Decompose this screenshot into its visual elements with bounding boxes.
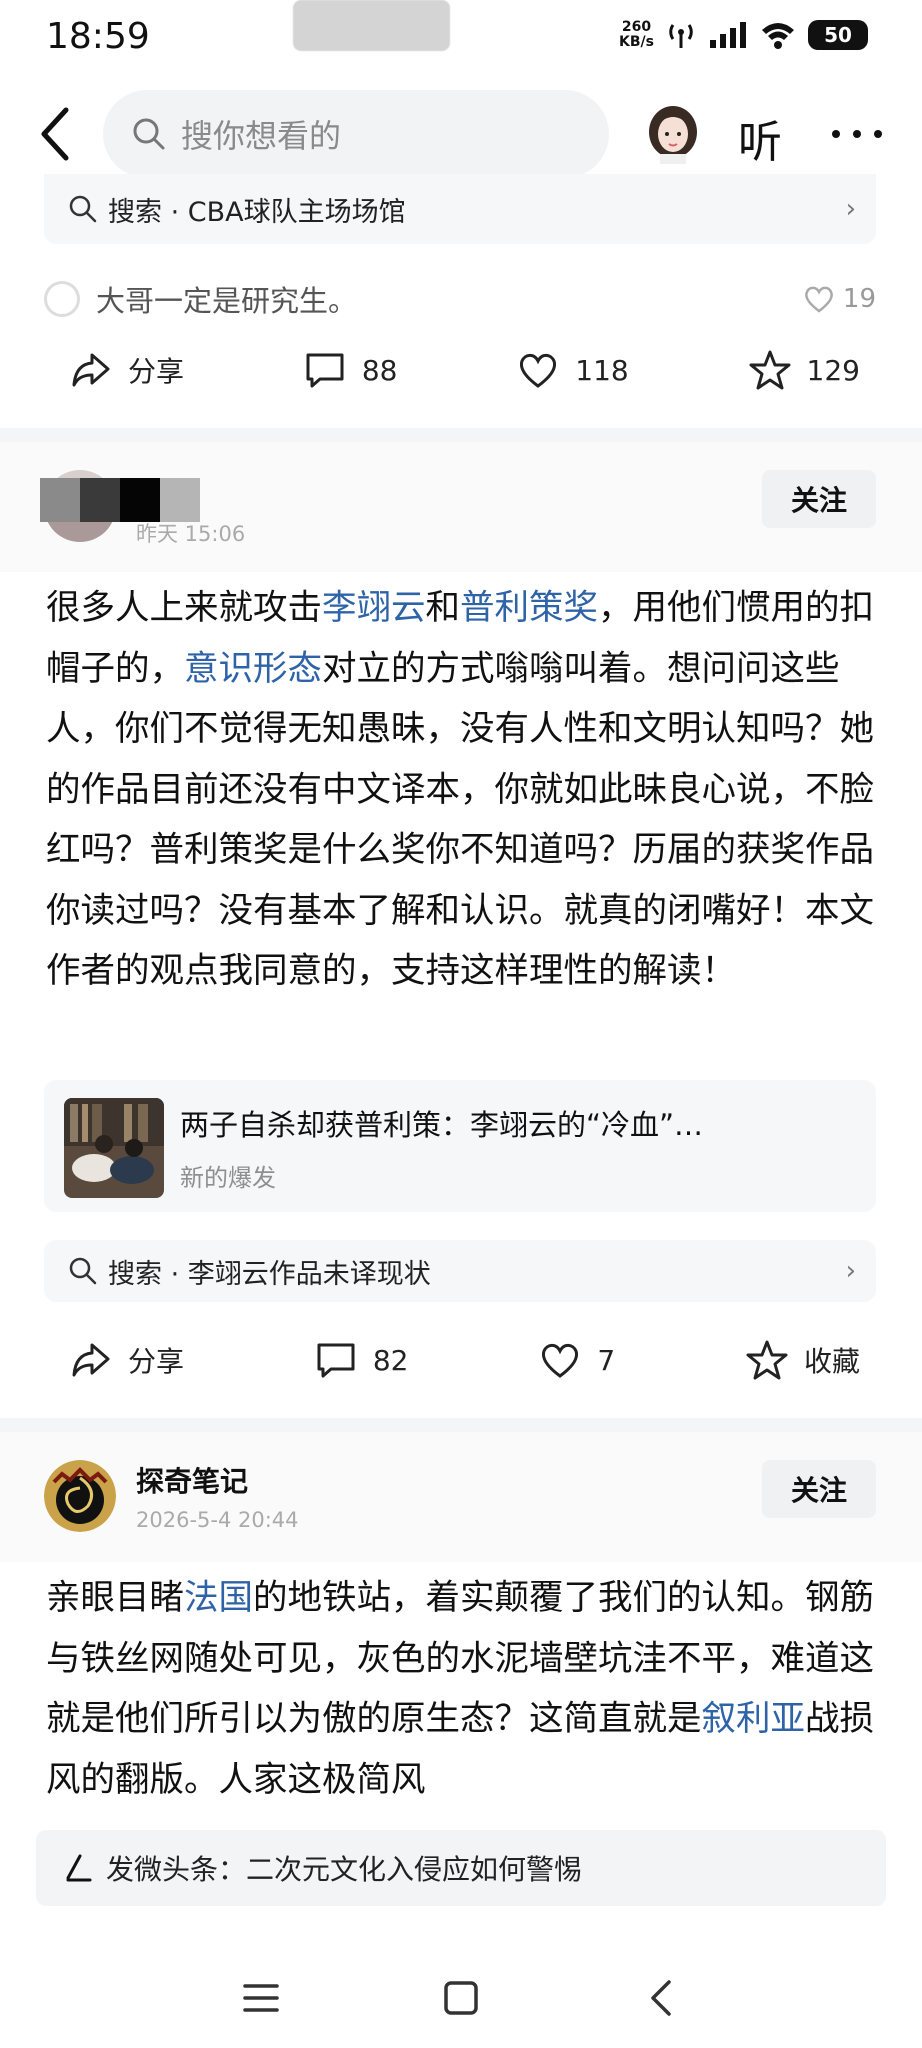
article-thumbnail <box>64 1098 164 1198</box>
heart-icon <box>542 1343 579 1378</box>
follow-button[interactable]: 关注 <box>762 470 876 528</box>
listen-button[interactable]: 听 <box>738 106 782 170</box>
section-divider <box>0 1418 922 1432</box>
comment-icon <box>306 353 344 388</box>
signal-icon <box>710 22 746 48</box>
body-text: 和 <box>425 588 461 628</box>
body-text: 对立的方式嗡嗡叫着。想问问这些人，你们不觉得无知愚昧，没有人性和文明认知吗？她的… <box>46 648 874 992</box>
search-placeholder: 搜你想看的 <box>181 117 342 155</box>
reply-text: 大哥一定是研究生。 <box>96 284 358 318</box>
action-bar: 分享 82 7 收藏 <box>70 1330 860 1390</box>
topic-link-li-yiyun[interactable]: 李翊云 <box>322 588 426 628</box>
back-arrow-icon[interactable] <box>36 106 76 162</box>
topic-link-syria[interactable]: 叙利亚 <box>702 1699 806 1739</box>
post-header: 昨天 15:06 关注 <box>0 442 922 572</box>
comment-icon <box>317 1343 355 1378</box>
chevron-right-icon: › <box>845 1256 856 1286</box>
section-divider <box>0 428 922 442</box>
body-text: 亲眼目睹 <box>46 1578 184 1618</box>
search-input[interactable]: 搜你想看的 <box>103 90 609 178</box>
composer-text: 发微头条：二次元文化入侵应如何警惕 <box>106 1853 583 1886</box>
status-time: 18:59 <box>46 16 150 57</box>
heart-icon <box>520 353 557 388</box>
post-time: 2026-5-4 20:44 <box>136 1508 299 1532</box>
author-name-redacted <box>40 478 200 522</box>
comment-button[interactable]: 88 <box>304 349 397 391</box>
reply-like-button[interactable]: 19 <box>803 284 876 314</box>
reply-avatar <box>44 281 80 317</box>
more-menu-icon[interactable] <box>832 130 882 140</box>
share-icon <box>72 1343 110 1377</box>
top-reply[interactable]: 大哥一定是研究生。 19 <box>44 276 876 322</box>
status-bar: 18:59 260 KB/s 50 <box>0 0 922 80</box>
body-text: 很多人上来就攻击 <box>46 588 322 628</box>
topic-link-ideology[interactable]: 意识形态 <box>184 649 322 689</box>
author-name[interactable]: 探奇笔记 <box>136 1460 248 1500</box>
menu-icon[interactable] <box>241 1978 281 2018</box>
battery-indicator: 50 <box>808 20 868 50</box>
search-icon <box>133 118 165 150</box>
article-source: 新的爆发 <box>180 1164 276 1192</box>
search-suggestion-chip[interactable]: 搜索 · 李翊云作品未译现状 › <box>44 1240 876 1302</box>
chevron-right-icon: › <box>845 194 856 224</box>
pen-icon <box>66 1854 92 1882</box>
user-avatar[interactable] <box>646 104 700 164</box>
like-button[interactable]: 7 <box>539 1339 615 1381</box>
heart-icon <box>805 286 833 313</box>
star-icon <box>746 1340 788 1380</box>
article-title: 两子自杀却获普利策：李翊云的“冷血”… <box>180 1108 704 1142</box>
wifi-icon <box>762 23 794 49</box>
search-suggestion-text: 搜索 · 李翊云作品未译现状 <box>108 1258 431 1290</box>
comment-button[interactable]: 82 <box>315 1339 408 1381</box>
back-icon[interactable] <box>641 1978 681 2018</box>
reply-like-count: 19 <box>842 284 876 314</box>
like-button[interactable]: 118 <box>517 349 629 391</box>
post-time: 昨天 15:06 <box>136 522 246 546</box>
search-icon <box>69 1257 97 1285</box>
status-icons: 260 KB/s 50 <box>619 20 868 50</box>
share-button[interactable]: 分享 <box>70 1339 184 1381</box>
post-body[interactable]: 亲眼目睹法国的地铁站，着实颠覆了我们的认知。钢筋与铁丝网随处可见，灰色的水泥墙壁… <box>46 1568 876 1810</box>
home-icon[interactable] <box>441 1978 481 2018</box>
search-icon <box>69 195 97 223</box>
author-avatar[interactable] <box>44 1460 116 1532</box>
micro-post-composer[interactable]: 发微头条：二次元文化入侵应如何警惕 <box>36 1830 886 1906</box>
article-card[interactable]: 两子自杀却获普利策：李翊云的“冷血”… 新的爆发 <box>44 1080 876 1212</box>
follow-button[interactable]: 关注 <box>762 1460 876 1518</box>
system-nav-bar <box>0 1940 922 2048</box>
hotspot-icon <box>669 24 693 48</box>
star-icon <box>749 350 791 390</box>
topic-link-france[interactable]: 法国 <box>184 1578 253 1618</box>
network-speed: 260 KB/s <box>619 19 654 50</box>
share-icon <box>72 353 110 387</box>
post-body[interactable]: 很多人上来就攻击李翊云和普利策奖，用他们惯用的扣帽子的，意识形态对立的方式嗡嗡叫… <box>46 578 876 1002</box>
share-button[interactable]: 分享 <box>70 349 184 391</box>
topic-link-pulitzer[interactable]: 普利策奖 <box>460 588 598 628</box>
post-header: 探奇笔记 2026-5-4 20:44 关注 <box>0 1432 922 1562</box>
status-blur-pill <box>293 0 450 51</box>
action-bar: 分享 88 118 129 <box>70 340 860 400</box>
favorite-button[interactable]: 收藏 <box>746 1339 860 1381</box>
favorite-button[interactable]: 129 <box>749 349 860 391</box>
search-suggestion-chip[interactable]: 搜索 · CBA球队主场场馆 › <box>44 174 876 244</box>
search-suggestion-text: 搜索 · CBA球队主场场馆 <box>108 196 406 228</box>
